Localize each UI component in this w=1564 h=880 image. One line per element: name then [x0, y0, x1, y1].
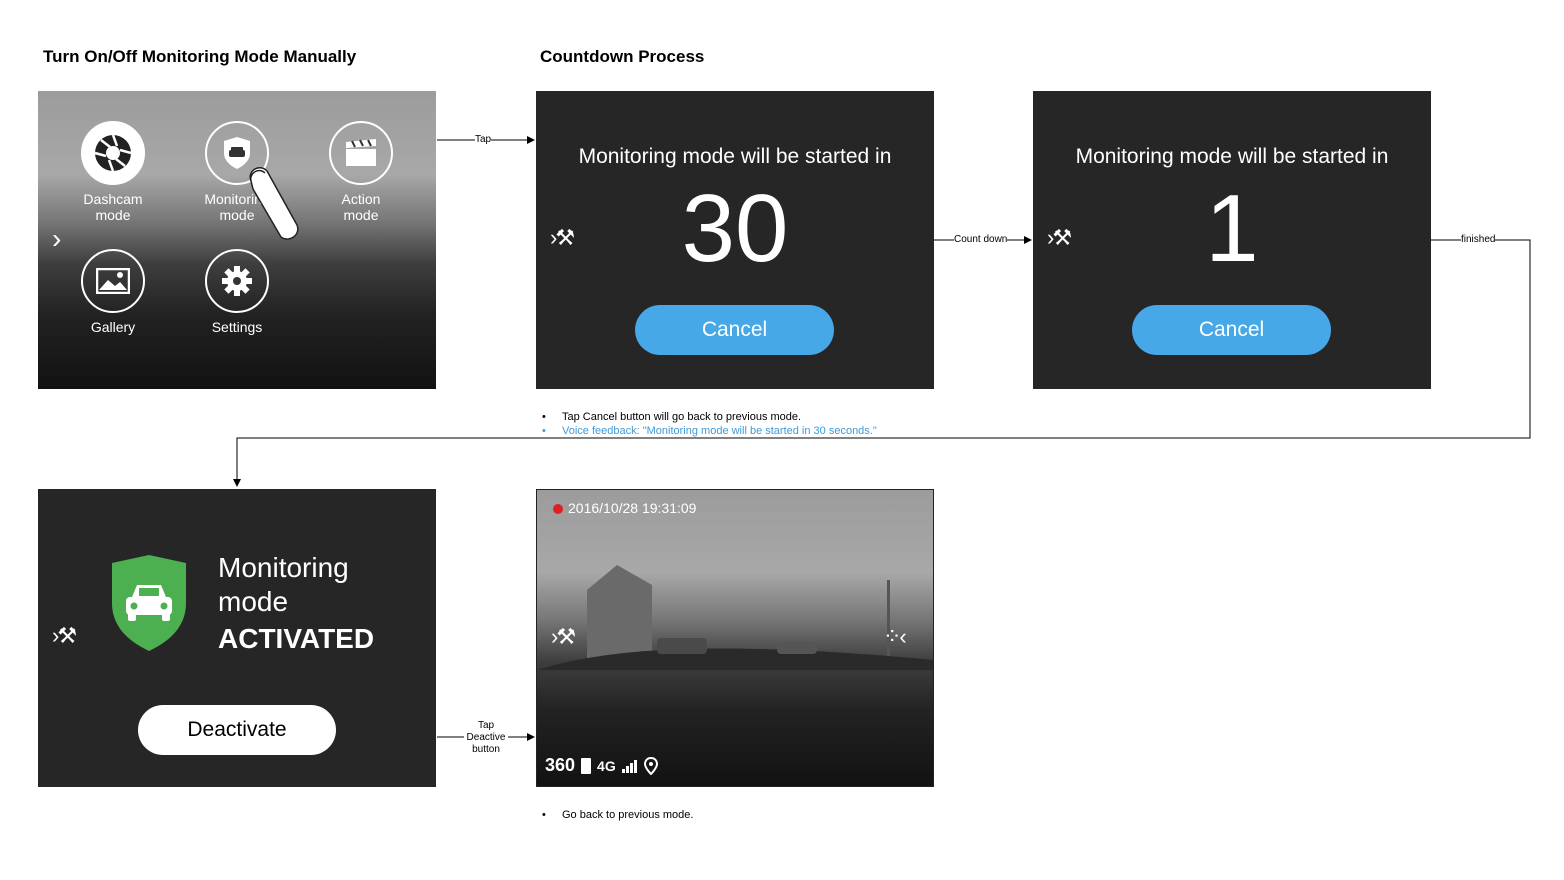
tools-chevron-icon[interactable]: ›⚒	[1047, 225, 1072, 251]
arrow-label-count-down: Count down	[954, 234, 1008, 246]
countdown-number: 30	[681, 175, 789, 282]
menu-item-action[interactable]: Action mode	[311, 121, 411, 223]
chevron-right-icon[interactable]: ›	[52, 223, 61, 255]
gear-icon	[205, 249, 269, 313]
menu-screen: › Dashcam mode Monitoring mode Action mo…	[38, 91, 436, 389]
menu-item-label: Dashcam	[83, 191, 143, 207]
menu-item-label: Gallery	[90, 319, 136, 335]
location-pin-icon	[643, 756, 658, 775]
menu-item-label: mode	[95, 207, 131, 223]
network-label: 4G	[597, 757, 616, 774]
signal-icon	[621, 759, 637, 773]
finger-tap-icon	[249, 167, 299, 240]
menu-item-label: Action	[341, 191, 381, 207]
battery-icon	[581, 757, 592, 774]
image-icon	[81, 249, 145, 313]
aperture-icon	[81, 121, 145, 185]
menu-item-dashcam[interactable]: Dashcam mode	[63, 121, 163, 223]
menu-item-label: mode	[343, 207, 379, 223]
tools-chevron-icon[interactable]: ›⚒	[52, 623, 77, 649]
countdown-message: Monitoring mode will be started in	[1075, 145, 1389, 168]
status-bar: 360 4G	[545, 755, 658, 776]
grid-chevron-icon[interactable]: ⁘‹	[883, 624, 907, 650]
arrow-label-tap-deactive: Tap Deactive button	[464, 720, 508, 756]
cancel-button[interactable]: Cancel	[1132, 305, 1331, 355]
camera-screen: 2016/10/28 19:31:09 ›⚒ ⁘‹ 360 4G	[536, 489, 934, 787]
clapperboard-icon	[329, 121, 393, 185]
activated-screen: Monitoring mode ACTIVATED ›⚒ Deactivate	[38, 489, 436, 787]
badge-360: 360	[545, 755, 576, 775]
activated-title-line1: Monitoring	[218, 552, 349, 583]
countdown-screen-start: Monitoring mode will be started in 30 ›⚒…	[536, 91, 934, 389]
countdown-screen-end: Monitoring mode will be started in 1 ›⚒ …	[1033, 91, 1431, 389]
menu-item-settings[interactable]: Settings	[187, 249, 287, 335]
scene-buildings	[537, 565, 933, 670]
activated-title-line3: ACTIVATED	[218, 623, 375, 654]
countdown-message: Monitoring mode will be started in	[578, 145, 892, 168]
countdown-number: 1	[1205, 175, 1259, 282]
menu-item-label: Settings	[211, 319, 263, 335]
menu-item-gallery[interactable]: Gallery	[63, 249, 163, 335]
activated-title-line2: mode	[218, 586, 289, 617]
deactivate-button[interactable]: Deactivate	[138, 705, 336, 755]
tools-chevron-icon[interactable]: ›⚒	[551, 624, 576, 650]
note-go-back: Go back to previous mode.	[542, 809, 694, 821]
arrow-label-finished: finished	[1461, 234, 1496, 246]
tools-chevron-icon[interactable]: ›⚒	[550, 225, 575, 251]
note-cancel: Tap Cancel button will go back to previo…	[542, 411, 801, 423]
recording-timestamp: 2016/10/28 19:31:09	[553, 500, 696, 516]
cancel-button[interactable]: Cancel	[635, 305, 834, 355]
record-dot-icon	[553, 504, 563, 514]
note-voice-feedback: Voice feedback: "Monitoring mode will be…	[542, 425, 877, 437]
arrow-label-tap: Tap	[475, 134, 492, 146]
shield-car-icon	[112, 555, 186, 651]
